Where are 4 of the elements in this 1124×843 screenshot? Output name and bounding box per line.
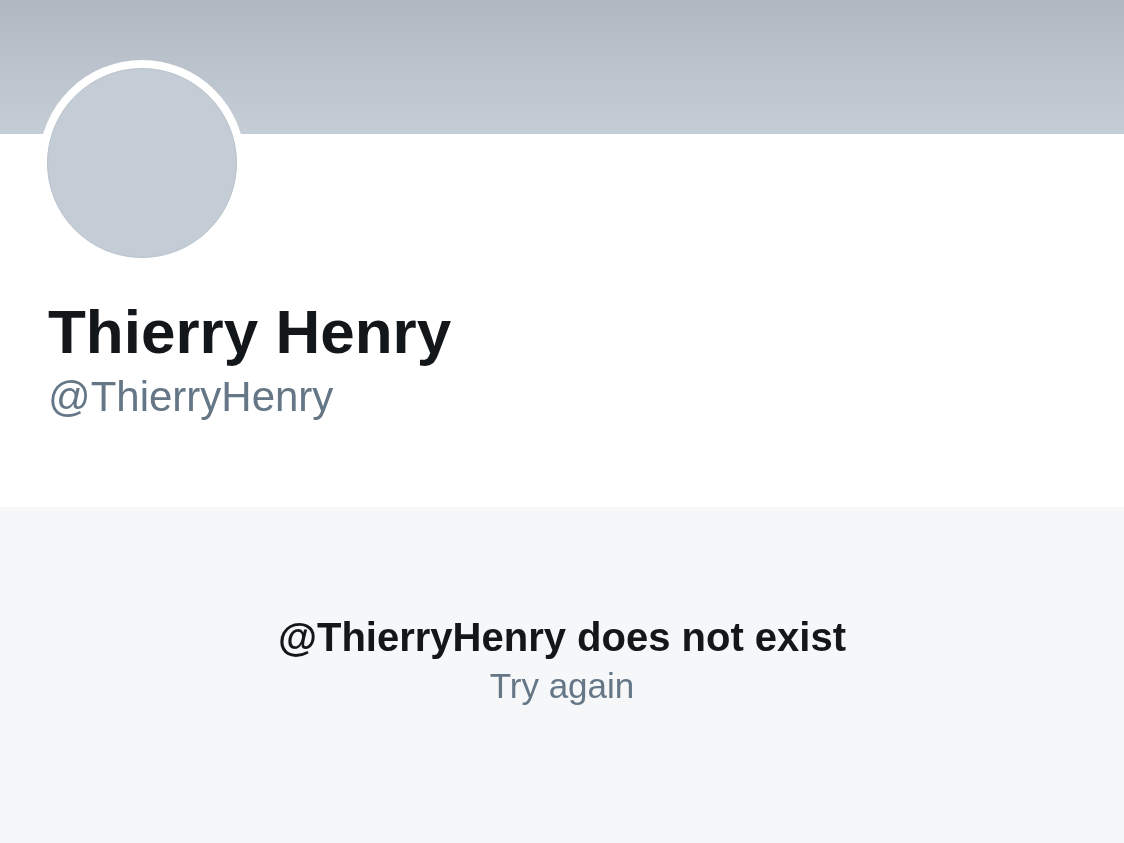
profile-handle: @ThierryHenry xyxy=(48,372,335,423)
profile-name: Thierry Henry xyxy=(48,298,453,367)
try-again-link[interactable]: Try again xyxy=(489,665,635,707)
error-message: @ThierryHenry does not exist xyxy=(277,615,846,659)
